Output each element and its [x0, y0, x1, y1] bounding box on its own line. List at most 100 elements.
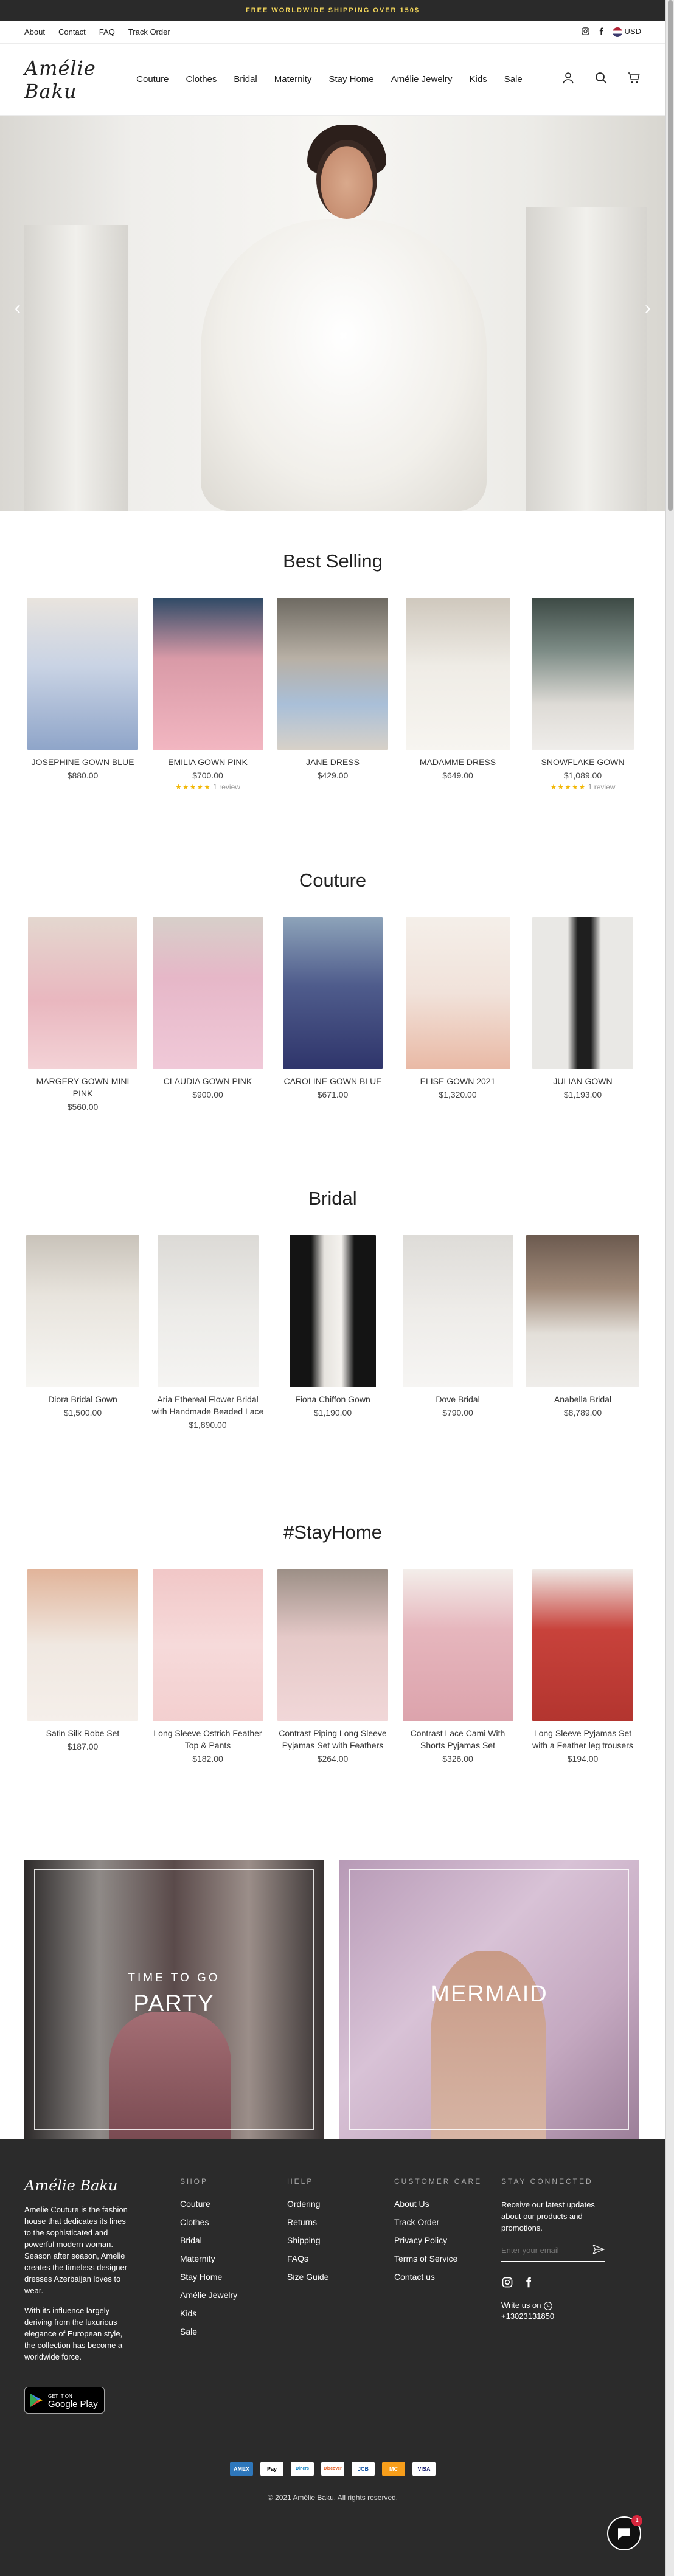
- product-name[interactable]: Long Sleeve Pyjamas Set with a Feather l…: [524, 1727, 641, 1751]
- scrollbar-thumb[interactable]: [668, 0, 673, 511]
- product-image[interactable]: [277, 1569, 388, 1721]
- product-card[interactable]: Satin Silk Robe Set $187.00: [24, 1569, 141, 1764]
- product-card[interactable]: Contrast Piping Long Sleeve Pyjamas Set …: [274, 1569, 391, 1764]
- product-card[interactable]: SNOWFLAKE GOWN $1,089.00 ★★★★★ 1 review: [524, 598, 641, 791]
- product-card[interactable]: Diora Bridal Gown $1,500.00: [24, 1235, 141, 1430]
- product-image[interactable]: [152, 1569, 263, 1721]
- nav-maternity[interactable]: Maternity: [274, 74, 312, 85]
- footer-link[interactable]: About Us: [394, 2199, 482, 2209]
- product-name[interactable]: SNOWFLAKE GOWN: [524, 756, 641, 768]
- product-image[interactable]: [405, 598, 510, 750]
- product-image[interactable]: [152, 917, 263, 1069]
- footer-link[interactable]: Couture: [180, 2199, 237, 2209]
- footer-link[interactable]: Contact us: [394, 2272, 482, 2282]
- product-name[interactable]: CAROLINE GOWN BLUE: [274, 1075, 391, 1087]
- product-name[interactable]: EMILIA GOWN PINK: [150, 756, 266, 768]
- product-name[interactable]: Satin Silk Robe Set: [24, 1727, 141, 1739]
- product-card[interactable]: ELISE GOWN 2021 $1,320.00: [400, 917, 516, 1112]
- utility-link-faq[interactable]: FAQ: [99, 27, 115, 36]
- product-card[interactable]: Fiona Chiffon Gown $1,190.00: [274, 1235, 391, 1430]
- product-image[interactable]: [283, 917, 383, 1069]
- product-image[interactable]: [532, 1569, 633, 1721]
- footer-logo[interactable]: Amélie Baku: [24, 2177, 134, 2194]
- facebook-icon[interactable]: [597, 27, 605, 38]
- footer-link[interactable]: Amélie Jewelry: [180, 2290, 237, 2300]
- product-name[interactable]: Diora Bridal Gown: [24, 1393, 141, 1405]
- product-card[interactable]: Dove Bridal $790.00: [400, 1235, 516, 1430]
- nav-bridal[interactable]: Bridal: [234, 74, 257, 85]
- instagram-icon[interactable]: [501, 2276, 513, 2290]
- product-name[interactable]: Anabella Bridal: [524, 1393, 641, 1405]
- product-card[interactable]: JULIAN GOWN $1,193.00: [524, 917, 641, 1112]
- product-image[interactable]: [290, 1235, 376, 1387]
- party-promo-banner[interactable]: TIME TO GO PARTY: [24, 1860, 324, 2139]
- product-name[interactable]: ELISE GOWN 2021: [400, 1075, 516, 1087]
- footer-link[interactable]: Privacy Policy: [394, 2235, 482, 2245]
- footer-link[interactable]: Returns: [287, 2217, 328, 2227]
- product-card[interactable]: Long Sleeve Pyjamas Set with a Feather l…: [524, 1569, 641, 1764]
- product-card[interactable]: CAROLINE GOWN BLUE $671.00: [274, 917, 391, 1112]
- nav-stay-home[interactable]: Stay Home: [328, 74, 373, 85]
- product-image[interactable]: [28, 917, 137, 1069]
- product-card[interactable]: Anabella Bridal $8,789.00: [524, 1235, 641, 1430]
- promo-title[interactable]: MERMAID: [339, 1981, 639, 2007]
- google-play-badge[interactable]: GET IT ON Google Play: [24, 2387, 105, 2414]
- footer-link[interactable]: Terms of Service: [394, 2254, 482, 2263]
- footer-link[interactable]: Clothes: [180, 2217, 237, 2227]
- product-name[interactable]: MARGERY GOWN MINI PINK: [24, 1075, 141, 1099]
- footer-link[interactable]: Stay Home: [180, 2272, 237, 2282]
- footer-link[interactable]: FAQs: [287, 2254, 328, 2263]
- product-name[interactable]: JOSEPHINE GOWN BLUE: [24, 756, 141, 768]
- product-name[interactable]: CLAUDIA GOWN PINK: [150, 1075, 266, 1087]
- search-icon[interactable]: [594, 71, 608, 88]
- currency-selector[interactable]: USD: [612, 27, 641, 37]
- product-image[interactable]: [152, 598, 263, 750]
- product-image[interactable]: [532, 598, 634, 750]
- product-name[interactable]: Contrast Lace Cami With Shorts Pyjamas S…: [400, 1727, 516, 1751]
- footer-link[interactable]: Track Order: [394, 2217, 482, 2227]
- product-name[interactable]: Dove Bridal: [400, 1393, 516, 1405]
- product-image[interactable]: [402, 1569, 513, 1721]
- product-card[interactable]: Aria Ethereal Flower Bridal with Handmad…: [150, 1235, 266, 1430]
- nav-couture[interactable]: Couture: [136, 74, 168, 85]
- hero-next-arrow-icon[interactable]: ›: [645, 298, 651, 319]
- page-scrollbar[interactable]: [665, 0, 674, 2576]
- nav-jewelry[interactable]: Amélie Jewelry: [391, 74, 453, 85]
- site-logo[interactable]: Amélie Baku: [24, 57, 136, 103]
- product-image[interactable]: [27, 1569, 138, 1721]
- footer-link[interactable]: Ordering: [287, 2199, 328, 2209]
- product-name[interactable]: JULIAN GOWN: [524, 1075, 641, 1087]
- promo-title[interactable]: PARTY: [24, 1991, 324, 2017]
- utility-link-contact[interactable]: Contact: [58, 27, 86, 36]
- product-rating[interactable]: ★★★★★ 1 review: [524, 783, 641, 791]
- product-card[interactable]: EMILIA GOWN PINK $700.00 ★★★★★ 1 review: [150, 598, 266, 791]
- footer-link[interactable]: Kids: [180, 2308, 237, 2318]
- product-name[interactable]: Contrast Piping Long Sleeve Pyjamas Set …: [274, 1727, 391, 1751]
- product-image[interactable]: [26, 1235, 139, 1387]
- product-card[interactable]: Contrast Lace Cami With Shorts Pyjamas S…: [400, 1569, 516, 1764]
- product-name[interactable]: JANE DRESS: [274, 756, 391, 768]
- product-card[interactable]: Long Sleeve Ostrich Feather Top & Pants …: [150, 1569, 266, 1764]
- nav-sale[interactable]: Sale: [504, 74, 523, 85]
- instagram-icon[interactable]: [581, 27, 590, 38]
- product-image[interactable]: [405, 917, 510, 1069]
- product-image[interactable]: [402, 1235, 513, 1387]
- footer-link[interactable]: Bridal: [180, 2235, 237, 2245]
- utility-link-track-order[interactable]: Track Order: [128, 27, 170, 36]
- chat-widget-button[interactable]: 1: [607, 2515, 642, 2550]
- product-card[interactable]: MARGERY GOWN MINI PINK $560.00: [24, 917, 141, 1112]
- product-rating[interactable]: ★★★★★ 1 review: [150, 783, 266, 791]
- cart-icon[interactable]: [627, 71, 641, 88]
- footer-link[interactable]: Size Guide: [287, 2272, 328, 2282]
- product-image[interactable]: [526, 1235, 639, 1387]
- facebook-icon[interactable]: [523, 2276, 534, 2290]
- nav-clothes[interactable]: Clothes: [186, 74, 217, 85]
- product-card[interactable]: JOSEPHINE GOWN BLUE $880.00: [24, 598, 141, 791]
- product-name[interactable]: Aria Ethereal Flower Bridal with Handmad…: [150, 1393, 266, 1418]
- product-card[interactable]: JANE DRESS $429.00: [274, 598, 391, 791]
- footer-link[interactable]: Shipping: [287, 2235, 328, 2245]
- mermaid-promo-banner[interactable]: MERMAID: [339, 1860, 639, 2139]
- product-name[interactable]: Fiona Chiffon Gown: [274, 1393, 391, 1405]
- product-name[interactable]: MADAMME DRESS: [400, 756, 516, 768]
- product-card[interactable]: MADAMME DRESS $649.00: [400, 598, 516, 791]
